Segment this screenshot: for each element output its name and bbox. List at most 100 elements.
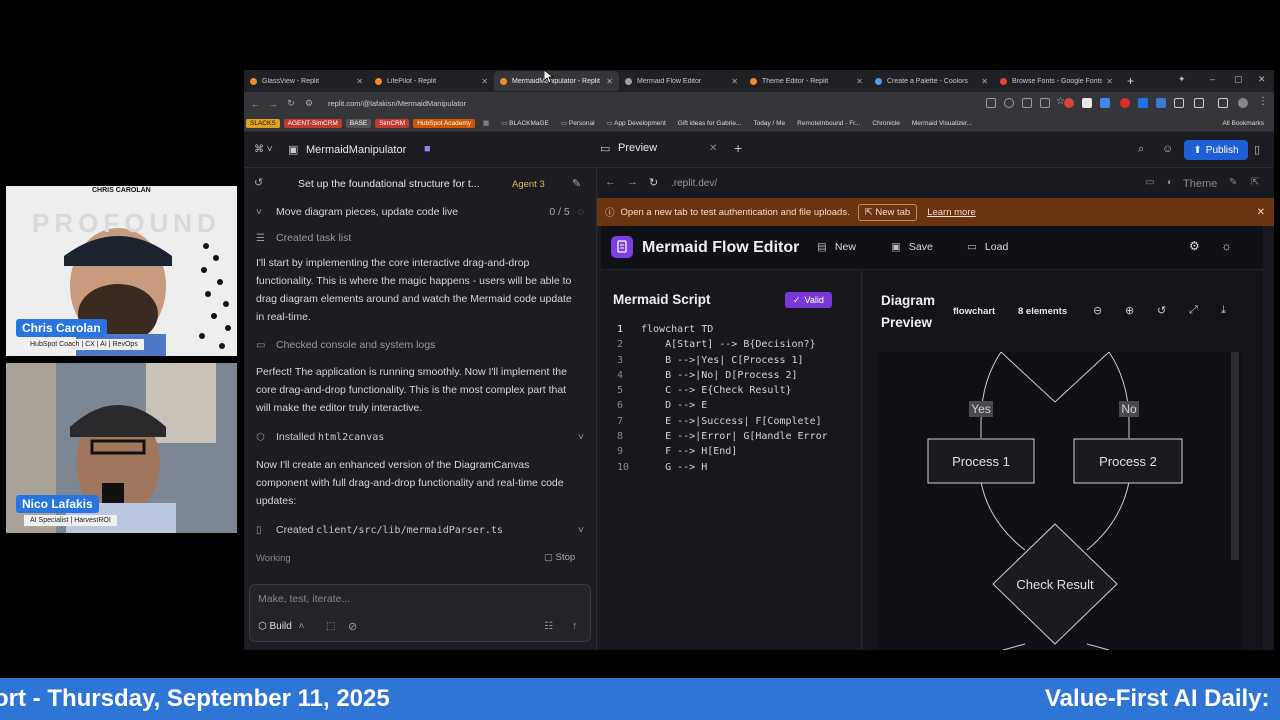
bookmark-folder-personal[interactable]: Personal	[557, 118, 599, 128]
task-list-row[interactable]: ☰ Created task list	[256, 232, 584, 244]
save-button[interactable]: ▣ Save	[891, 241, 933, 253]
forward-icon[interactable]: →	[264, 99, 282, 109]
new-tab-button[interactable]: ⇱ New tab	[857, 203, 918, 221]
reset-icon[interactable]: ↺	[1157, 304, 1166, 317]
bookmark-remoteinbound[interactable]: RemoteInbound - Fr...	[793, 119, 864, 128]
install-icon[interactable]	[986, 98, 996, 108]
zoom-icon[interactable]	[1004, 98, 1014, 108]
load-button[interactable]: ▭ Load	[967, 241, 1008, 253]
devtools-icon[interactable]: ▭	[1145, 177, 1154, 188]
progress-row[interactable]: ˅ Move diagram pieces, update code live …	[256, 206, 584, 218]
close-icon[interactable]: ✕	[1257, 207, 1265, 218]
install-row[interactable]: ⬡ Installed html2canvas ˅	[256, 431, 584, 443]
project-name[interactable]: MermaidManipulator	[306, 144, 406, 156]
extension-x-icon[interactable]	[1174, 98, 1184, 108]
zoom-out-icon[interactable]: ⊖	[1093, 304, 1102, 317]
eye-off-icon[interactable]	[1022, 98, 1032, 108]
send-icon[interactable]: ↑	[572, 620, 578, 632]
sidepanel-icon[interactable]	[1218, 98, 1228, 108]
theme-icon[interactable]: ◐	[1167, 177, 1173, 188]
bookmark-chronicle[interactable]: Chronicle	[868, 119, 903, 128]
avatar[interactable]	[1238, 98, 1248, 108]
forward-icon[interactable]: →	[627, 176, 638, 188]
extension-grid-icon[interactable]	[1138, 98, 1148, 108]
agent-input[interactable]: Make, test, iterate... ⬡ Build ˄ ⬚ ⊘ ☷ ↑	[249, 584, 591, 642]
learn-more-link[interactable]: Learn more	[927, 207, 976, 218]
close-icon[interactable]: ✕	[606, 77, 613, 86]
new-tab-icon[interactable]: +	[1127, 74, 1134, 88]
settings-icon[interactable]: ⚙	[1189, 239, 1200, 253]
preview-url-field[interactable]: .replit.dev/	[671, 178, 717, 189]
tab-preview[interactable]: Preview	[618, 142, 657, 154]
download-icon[interactable]: ⤓	[1221, 304, 1226, 317]
layout-icon[interactable]: ▯	[1254, 143, 1260, 156]
code-editor[interactable]: 1 flowchart TD 2 A[Start] --> B{Decision?…	[609, 324, 859, 477]
bookmark-base[interactable]: BASE	[345, 118, 372, 128]
bookmark-simcrm[interactable]: SimCRM	[375, 118, 410, 128]
stop-button[interactable]: ▢ Stop	[544, 552, 575, 563]
close-icon[interactable]: ✕	[731, 77, 738, 86]
tab-theme-editor[interactable]: Theme Editor - Replit ✕	[744, 71, 869, 91]
bookmark-slacks[interactable]: SLACKS	[246, 118, 280, 128]
close-icon[interactable]: ✕	[709, 143, 717, 154]
reload-icon[interactable]: ↻	[649, 176, 658, 189]
menu-icon[interactable]: ⋮	[1258, 96, 1268, 107]
zoom-in-icon[interactable]: ⊕	[1125, 304, 1134, 317]
bookmark-all[interactable]: All Bookmarks	[1218, 119, 1268, 128]
sidebar-toggle-icon[interactable]: ⌘ ˅	[254, 144, 273, 155]
apps-grid-icon[interactable]: ▦	[479, 118, 493, 128]
bookmark-today-me[interactable]: Today / Me	[749, 119, 789, 128]
attach-icon[interactable]: ⊘	[348, 620, 357, 633]
diagram-canvas[interactable]: Yes No Process 1 Process 2 Check Result	[879, 352, 1241, 650]
scrollbar[interactable]	[1231, 352, 1239, 560]
back-icon[interactable]: ←	[246, 99, 264, 109]
new-button[interactable]: ▤ New	[817, 241, 856, 253]
share-icon[interactable]	[1040, 98, 1050, 108]
task-title[interactable]: Set up the foundational structure for t.…	[298, 178, 498, 190]
tools-icon[interactable]: ✎	[1229, 177, 1237, 188]
url-field[interactable]: replit.com/@lafakisn/MermaidManipulator	[328, 99, 466, 108]
close-icon[interactable]: ✕	[356, 77, 363, 86]
profile-icon[interactable]: ✦	[1178, 74, 1186, 85]
back-icon[interactable]: ←	[605, 176, 616, 188]
bookmark-folder-blackmage[interactable]: BLACKMaGE	[497, 118, 553, 128]
new-chat-icon[interactable]: ✎	[572, 177, 581, 190]
settings-sliders-icon[interactable]: ☷	[544, 621, 553, 632]
publish-button[interactable]: ⬆ Publish	[1184, 140, 1248, 160]
bookmark-folder-app-development[interactable]: App Development	[603, 118, 670, 128]
bookmark-hubspot-academy[interactable]: HubSpot Academy	[413, 118, 476, 128]
close-icon[interactable]: ✕	[981, 77, 988, 86]
logs-row[interactable]: ▭ Checked console and system logs	[256, 339, 584, 351]
theme-label[interactable]: Theme	[1183, 178, 1217, 190]
extension-doc-icon[interactable]	[1082, 98, 1092, 108]
select-element-icon[interactable]: ⬚	[326, 621, 335, 632]
tab-glassview[interactable]: GlassView - Replit ✕	[244, 71, 369, 91]
bookmark-mermaid-visualizer[interactable]: Mermaid Visualizer...	[908, 119, 976, 128]
fullscreen-icon[interactable]: ⤢	[1189, 304, 1198, 317]
sun-icon[interactable]: ☼	[1221, 239, 1232, 253]
close-icon[interactable]: ✕	[1106, 77, 1113, 86]
reload-icon[interactable]: ↻	[282, 98, 300, 109]
add-tab-icon[interactable]: +	[734, 140, 742, 156]
extension-chrome-icon[interactable]	[1064, 98, 1074, 108]
bookmark-agent-simcrm[interactable]: AGENT-SimCRM	[283, 118, 342, 128]
created-file-row[interactable]: ▯ Created client/src/lib/mermaidParser.t…	[256, 524, 584, 536]
tab-google-fonts[interactable]: Browse Fonts - Google Fonts ✕	[994, 71, 1119, 91]
bookmark-gift-ideas[interactable]: Gift ideas for Gabrie...	[674, 119, 746, 128]
invite-user-icon[interactable]: ☺	[1162, 143, 1173, 155]
extension-square-icon[interactable]	[1156, 98, 1166, 108]
extension-blue-icon[interactable]	[1100, 98, 1110, 108]
close-icon[interactable]: ✕	[481, 77, 488, 86]
tab-mermaid-flow-editor[interactable]: Mermaid Flow Editor ✕	[619, 71, 744, 91]
minimize-icon[interactable]: –	[1210, 74, 1215, 84]
history-icon[interactable]: ↺	[254, 176, 263, 189]
extensions-puzzle-icon[interactable]	[1194, 98, 1204, 108]
tab-lifepilot[interactable]: LifePilot - Replit ✕	[369, 71, 494, 91]
close-icon[interactable]: ✕	[856, 77, 863, 86]
extension-red-icon[interactable]	[1120, 98, 1130, 108]
maximize-icon[interactable]: ▢	[1234, 74, 1243, 85]
site-info-icon[interactable]: ⚙	[300, 98, 318, 109]
open-external-icon[interactable]: ⇱	[1251, 177, 1259, 188]
tab-coolors[interactable]: Create a Palette - Coolors ✕	[869, 71, 994, 91]
search-icon[interactable]: ⌕	[1138, 143, 1144, 156]
